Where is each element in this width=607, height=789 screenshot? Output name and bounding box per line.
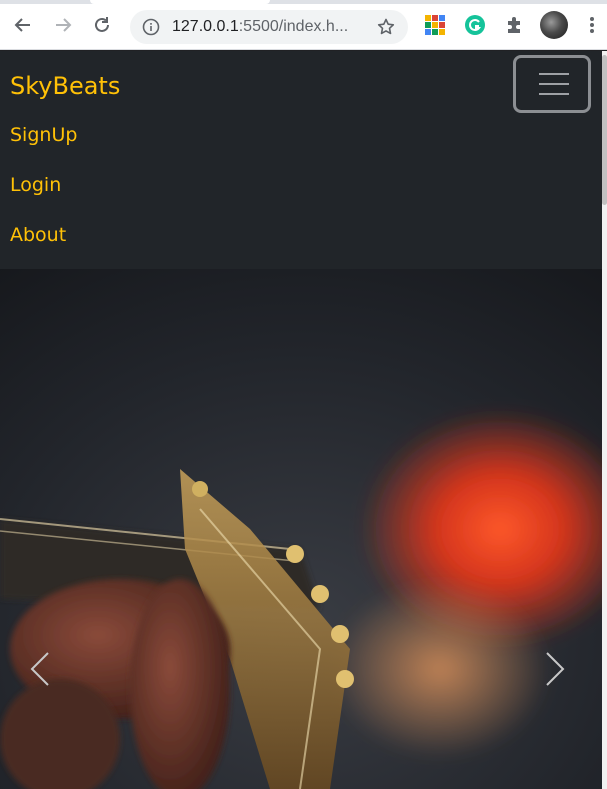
url-text[interactable]: 127.0.0.1:5500/index.h...	[172, 18, 362, 36]
hamburger-bar	[539, 83, 569, 85]
tab-strip	[0, 0, 607, 4]
extension-grid-icon[interactable]	[424, 14, 446, 36]
scrollbar-thumb[interactable]	[602, 55, 607, 205]
scrollbar[interactable]	[602, 51, 607, 789]
nav-link-login[interactable]: Login	[10, 174, 61, 196]
hamburger-bar	[539, 73, 569, 75]
kebab-menu-icon[interactable]	[585, 15, 599, 35]
carousel-next-button[interactable]	[525, 629, 585, 709]
reload-icon[interactable]	[91, 13, 113, 37]
brand-logo[interactable]: SkyBeats	[10, 72, 120, 100]
address-bar[interactable]: 127.0.0.1:5500/index.h...	[130, 10, 408, 44]
url-host: 127.0.0.1	[172, 18, 239, 35]
page-viewport: SkyBeats SignUp Login About	[0, 51, 607, 789]
carousel-prev-button[interactable]	[10, 629, 70, 709]
avatar[interactable]	[540, 11, 568, 39]
puzzle-icon[interactable]	[504, 14, 526, 36]
active-tab[interactable]	[90, 0, 270, 4]
browser-toolbar: 127.0.0.1:5500/index.h...	[0, 0, 607, 50]
chevron-left-icon	[30, 652, 49, 686]
carousel	[0, 269, 602, 789]
star-icon[interactable]	[376, 17, 396, 37]
forward-arrow-icon[interactable]	[52, 13, 74, 37]
back-arrow-icon[interactable]	[12, 13, 34, 37]
navbar-toggler[interactable]	[513, 55, 591, 113]
guitar-slide-image	[0, 269, 602, 789]
info-icon[interactable]	[142, 18, 160, 36]
chevron-right-icon	[546, 652, 565, 686]
nav-link-signup[interactable]: SignUp	[10, 124, 77, 146]
nav-link-about[interactable]: About	[10, 224, 66, 246]
hamburger-bar	[539, 93, 569, 95]
grammarly-icon[interactable]	[464, 14, 486, 36]
url-path: :5500/index.h...	[238, 18, 349, 35]
navbar: SkyBeats SignUp Login About	[0, 51, 602, 269]
